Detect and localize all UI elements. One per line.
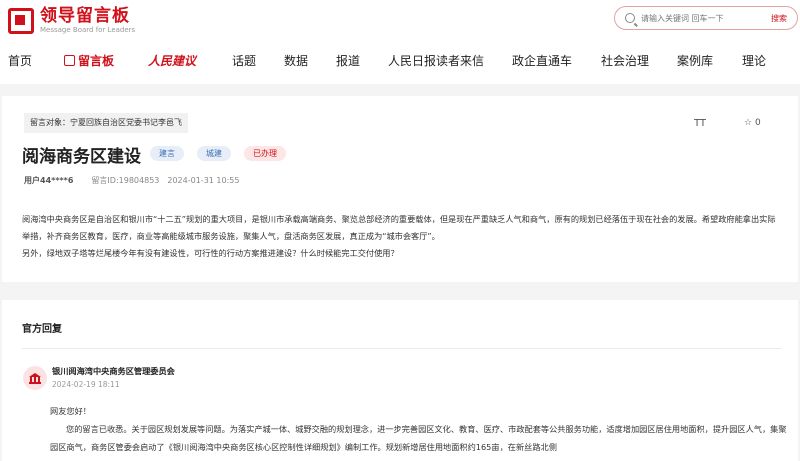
message-body: 阅海湾中央商务区是自治区和银川市“十二五”规划的重大项目，是银川市承载高端商务、… [22, 211, 782, 262]
nav-reader-letters[interactable]: 人民日报读者来信 [388, 52, 484, 69]
search-button[interactable]: 搜索 [771, 13, 787, 24]
logo[interactable]: 领导留言板 Message Board for Leaders [8, 6, 135, 35]
avatar [23, 366, 47, 390]
nav-reports[interactable]: 报道 [336, 52, 360, 69]
reply-card: 官方回复 银川阅海湾中央商务区管理委员会 2024-02-19 18:11 网友… [2, 300, 798, 461]
nav-case-library[interactable]: 案例库 [677, 52, 713, 69]
message-paragraph: 另外，绿地双子塔等烂尾楼今年有没有建设性，可行性的行动方案推进建设？什么时候能完… [22, 248, 399, 258]
reply-greeting: 网友您好！ [50, 406, 91, 416]
reply-org-name: 银川阅海湾中央商务区管理委员会 [52, 366, 175, 376]
search-icon [625, 13, 635, 23]
favorite-button[interactable]: ☆ 0 [744, 118, 761, 128]
nav-message-board[interactable]: 留言板 [64, 52, 114, 69]
logo-subtitle: Message Board for Leaders [40, 26, 136, 34]
search-box: 搜索 [614, 6, 798, 30]
nav-data[interactable]: 数据 [284, 52, 308, 69]
tag-urban-construction: 城建 [197, 146, 231, 161]
logo-title: 领导留言板 [40, 6, 130, 26]
logo-mark-icon [8, 7, 34, 34]
government-building-icon [29, 372, 41, 384]
message-id: 留言ID:19804853 [91, 176, 160, 185]
message-paragraph: 阅海湾中央商务区是自治区和银川市“十二五”规划的重大项目，是银川市承载高端商务、… [22, 214, 776, 241]
message-target[interactable]: 留言对象：宁夏回族自治区党委书记李邑飞 [24, 113, 188, 133]
message-title: 阅海商务区建设 [22, 147, 141, 167]
reply-paragraph: 您的留言已收悉。关于园区规划发展等问题。为落实产城一体、城野交融的规划理念，进一… [50, 424, 787, 452]
message-datetime: 2024-01-31 10:55 [167, 176, 240, 185]
header: 领导留言板 Message Board for Leaders 搜索 首页 留言… [0, 0, 800, 84]
nav-theory[interactable]: 理论 [742, 52, 766, 69]
nav-topics[interactable]: 话题 [232, 52, 256, 69]
tag-suggestion: 建言 [150, 146, 184, 161]
reply-body: 网友您好！ 您的留言已收悉。关于园区规划发展等问题。为落实产城一体、城野交融的规… [50, 402, 790, 456]
nav-people-suggestions[interactable]: 人民建议 [148, 52, 196, 69]
favorite-count: 0 [754, 118, 761, 128]
nav-social-governance[interactable]: 社会治理 [601, 52, 649, 69]
edit-icon [64, 55, 75, 66]
reply-heading: 官方回复 [22, 324, 62, 335]
status-badge: 已办理 [244, 146, 286, 161]
reply-time: 2024-02-19 18:11 [52, 380, 120, 389]
search-input[interactable] [641, 13, 761, 23]
main-nav: 首页 留言板 人民建议 话题 数据 报道 人民日报读者来信 政企直通车 社会治理… [0, 44, 800, 76]
message-card: 留言对象：宁夏回族自治区党委书记李邑飞 TT ☆ 0 阅海商务区建设 建言 城建… [2, 96, 798, 282]
divider [22, 348, 782, 349]
user-name: 用户44****6 [24, 176, 74, 185]
message-meta: 用户44****6 留言ID:19804853 2024-01-31 10:55 [24, 175, 239, 186]
star-icon: ☆ [744, 118, 753, 128]
nav-home[interactable]: 首页 [8, 52, 32, 69]
font-size-toggle[interactable]: TT [694, 118, 706, 129]
nav-gov-enterprise[interactable]: 政企直通车 [512, 52, 572, 69]
